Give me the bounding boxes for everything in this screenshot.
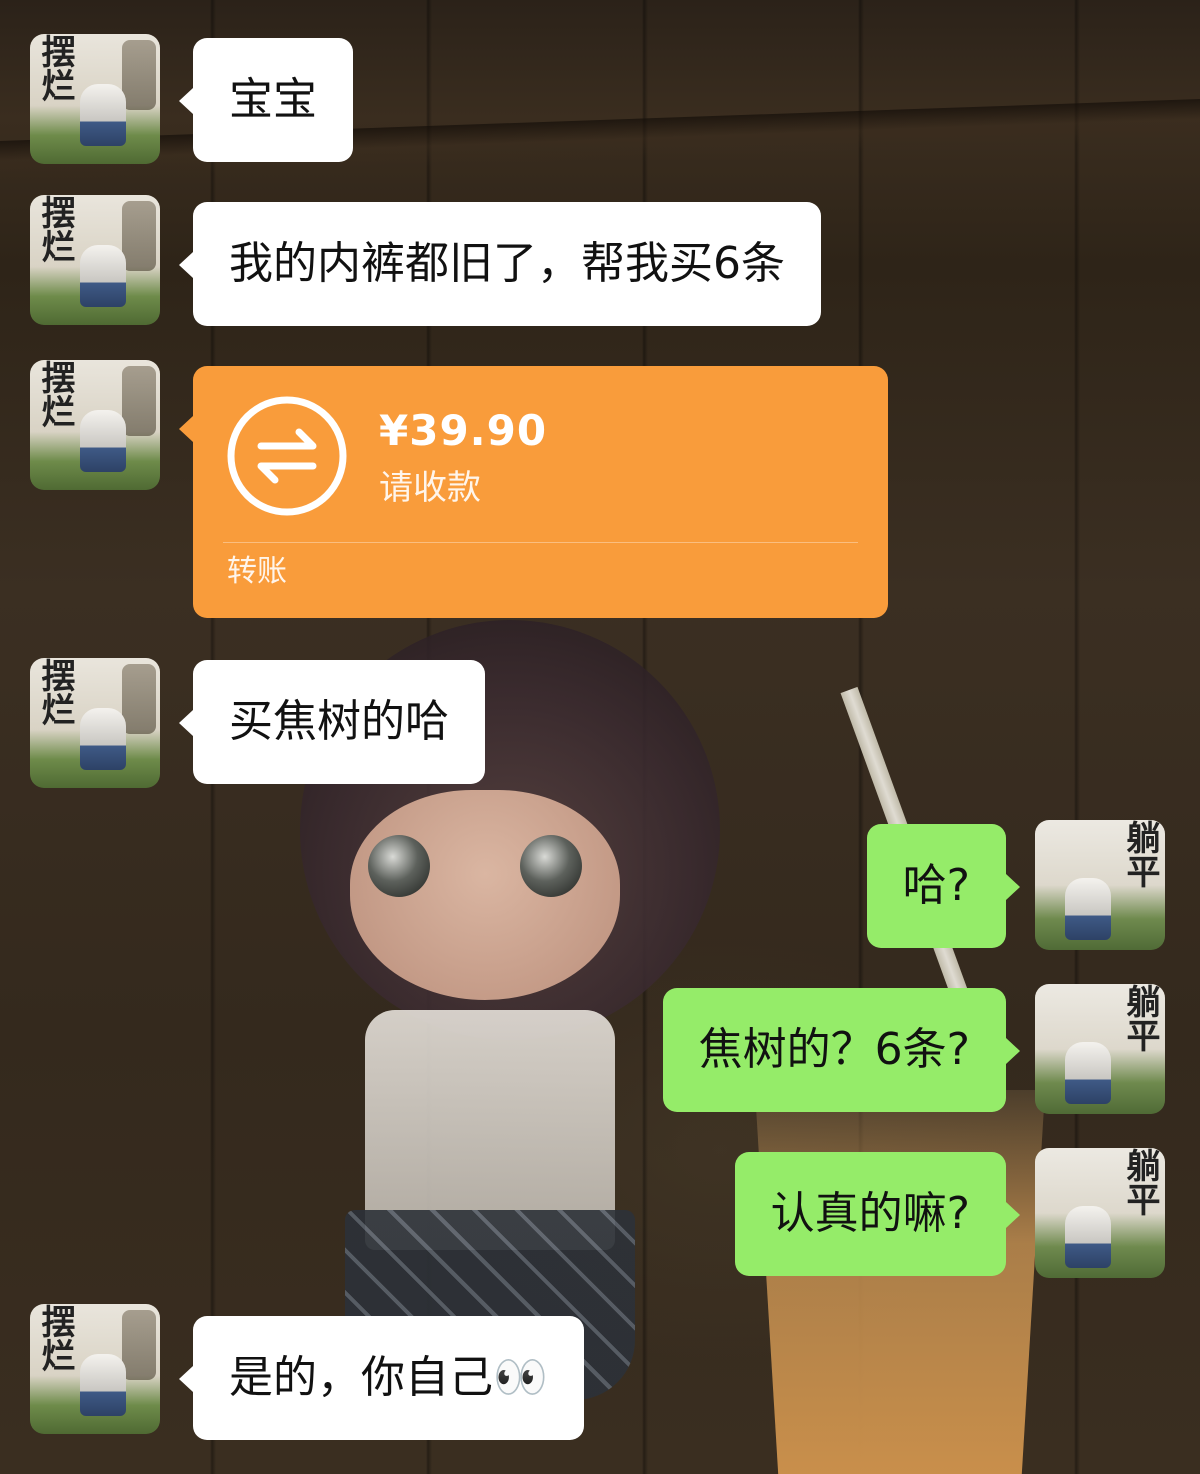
avatar-glyph: 摆烂: [35, 360, 75, 428]
avatar-tree: [122, 1310, 156, 1380]
message-text: 焦树的？6条?: [698, 1024, 970, 1075]
avatar-tree: [122, 366, 156, 436]
avatar-me[interactable]: 躺平: [1035, 984, 1165, 1114]
avatar-person: [1065, 878, 1111, 940]
transfer-card[interactable]: ¥39.90 请收款 转账: [179, 366, 888, 618]
avatar-friend[interactable]: 摆烂: [30, 195, 160, 325]
avatar-me[interactable]: 躺平: [1035, 1148, 1165, 1278]
transfer-amount: ¥39.90: [379, 406, 548, 455]
message-bubble[interactable]: 焦树的？6条?: [662, 988, 1021, 1112]
message-bubble[interactable]: 我的内裤都旧了，帮我买6条: [179, 202, 821, 326]
message-text: 哈?: [902, 860, 970, 911]
avatar-friend[interactable]: 摆烂: [30, 658, 160, 788]
avatar-friend[interactable]: 摆烂: [30, 34, 160, 164]
avatar-friend[interactable]: 摆烂: [30, 1304, 160, 1434]
avatar-glyph: 躺平: [1120, 1148, 1160, 1216]
avatar-person: [1065, 1206, 1111, 1268]
message-bubble[interactable]: 宝宝: [179, 38, 353, 162]
message-text: 是的，你自己👀: [229, 1352, 548, 1403]
avatar-person: [80, 245, 126, 307]
message-text: 认真的嘛?: [770, 1188, 970, 1239]
avatar-glyph: 躺平: [1120, 984, 1160, 1052]
avatar-person: [80, 1354, 126, 1416]
avatar-glyph: 摆烂: [35, 658, 75, 726]
message-bubble[interactable]: 是的，你自己👀: [179, 1316, 584, 1440]
transfer-status: 请收款: [379, 468, 481, 508]
drink-cup: [755, 1090, 1045, 1474]
avatar-person: [80, 410, 126, 472]
message-text: 我的内裤都旧了，帮我买6条: [229, 238, 785, 289]
doll-eye-left: [368, 835, 430, 897]
avatar-friend[interactable]: 摆烂: [30, 360, 160, 490]
avatar-glyph: 摆烂: [35, 1304, 75, 1372]
avatar-person: [1065, 1042, 1111, 1104]
avatar-glyph: 躺平: [1120, 820, 1160, 888]
transfer-label: 转账: [227, 554, 287, 589]
avatar-tree: [122, 40, 156, 110]
avatar-person: [80, 84, 126, 146]
avatar-glyph: 摆烂: [35, 195, 75, 263]
transfer-arrows-icon: [227, 396, 347, 516]
message-bubble[interactable]: 认真的嘛?: [734, 1152, 1021, 1276]
avatar-person: [80, 708, 126, 770]
message-bubble[interactable]: 哈?: [866, 824, 1021, 948]
message-text: 宝宝: [229, 74, 317, 125]
message-bubble[interactable]: 买焦树的哈: [179, 660, 485, 784]
avatar-me[interactable]: 躺平: [1035, 820, 1165, 950]
avatar-tree: [122, 201, 156, 271]
avatar-tree: [122, 664, 156, 734]
transfer-divider: [223, 542, 858, 543]
message-text: 买焦树的哈: [229, 696, 449, 747]
doll-eye-right: [520, 835, 582, 897]
avatar-glyph: 摆烂: [35, 34, 75, 102]
